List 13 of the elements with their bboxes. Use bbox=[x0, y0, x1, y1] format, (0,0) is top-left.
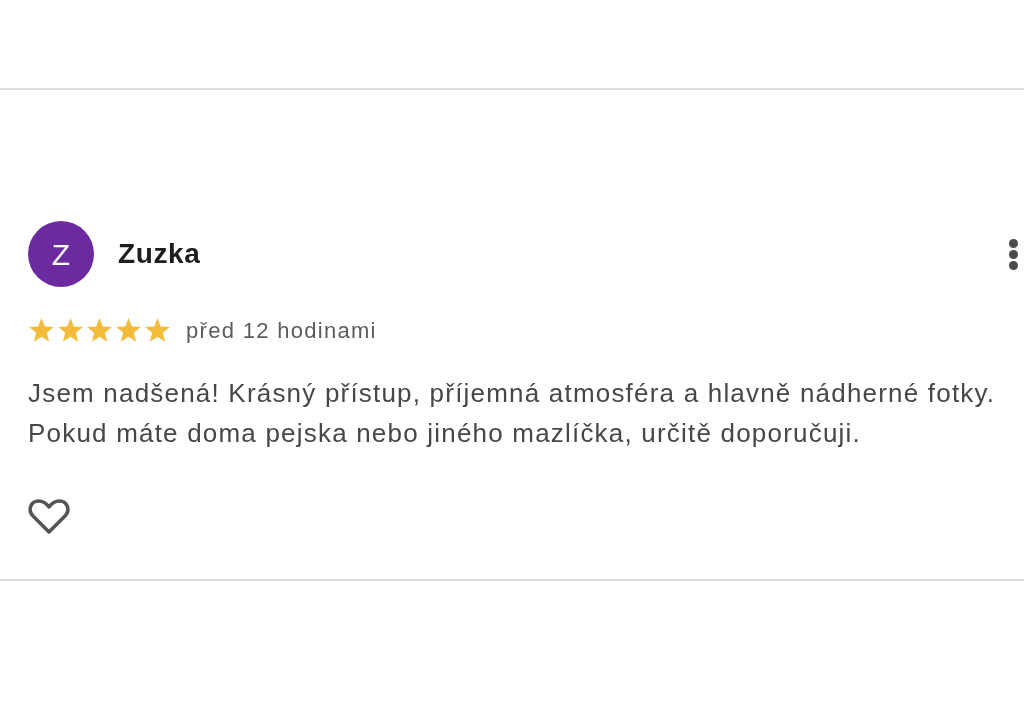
vertical-dots-icon bbox=[1009, 238, 1018, 270]
star-icon bbox=[144, 317, 171, 344]
heart-icon bbox=[28, 497, 70, 535]
review-text: Jsem nadšená! Krásný přístup, příjemná atmosféra a hlavně nádherné fotky. Pokud máte doma pejska nebo jiného mazlíčka, určitě doporučuji. bbox=[28, 377, 997, 450]
avatar: Z bbox=[28, 221, 94, 287]
reviewer-name: Zuzka bbox=[118, 237, 201, 271]
review-time: před 12 hodinami bbox=[186, 317, 377, 345]
star-icon bbox=[28, 317, 55, 344]
star-icon bbox=[86, 317, 113, 344]
like-button[interactable] bbox=[28, 497, 70, 535]
star-icon bbox=[57, 317, 84, 344]
more-options-button[interactable] bbox=[1008, 237, 1019, 271]
star-icon bbox=[115, 317, 142, 344]
